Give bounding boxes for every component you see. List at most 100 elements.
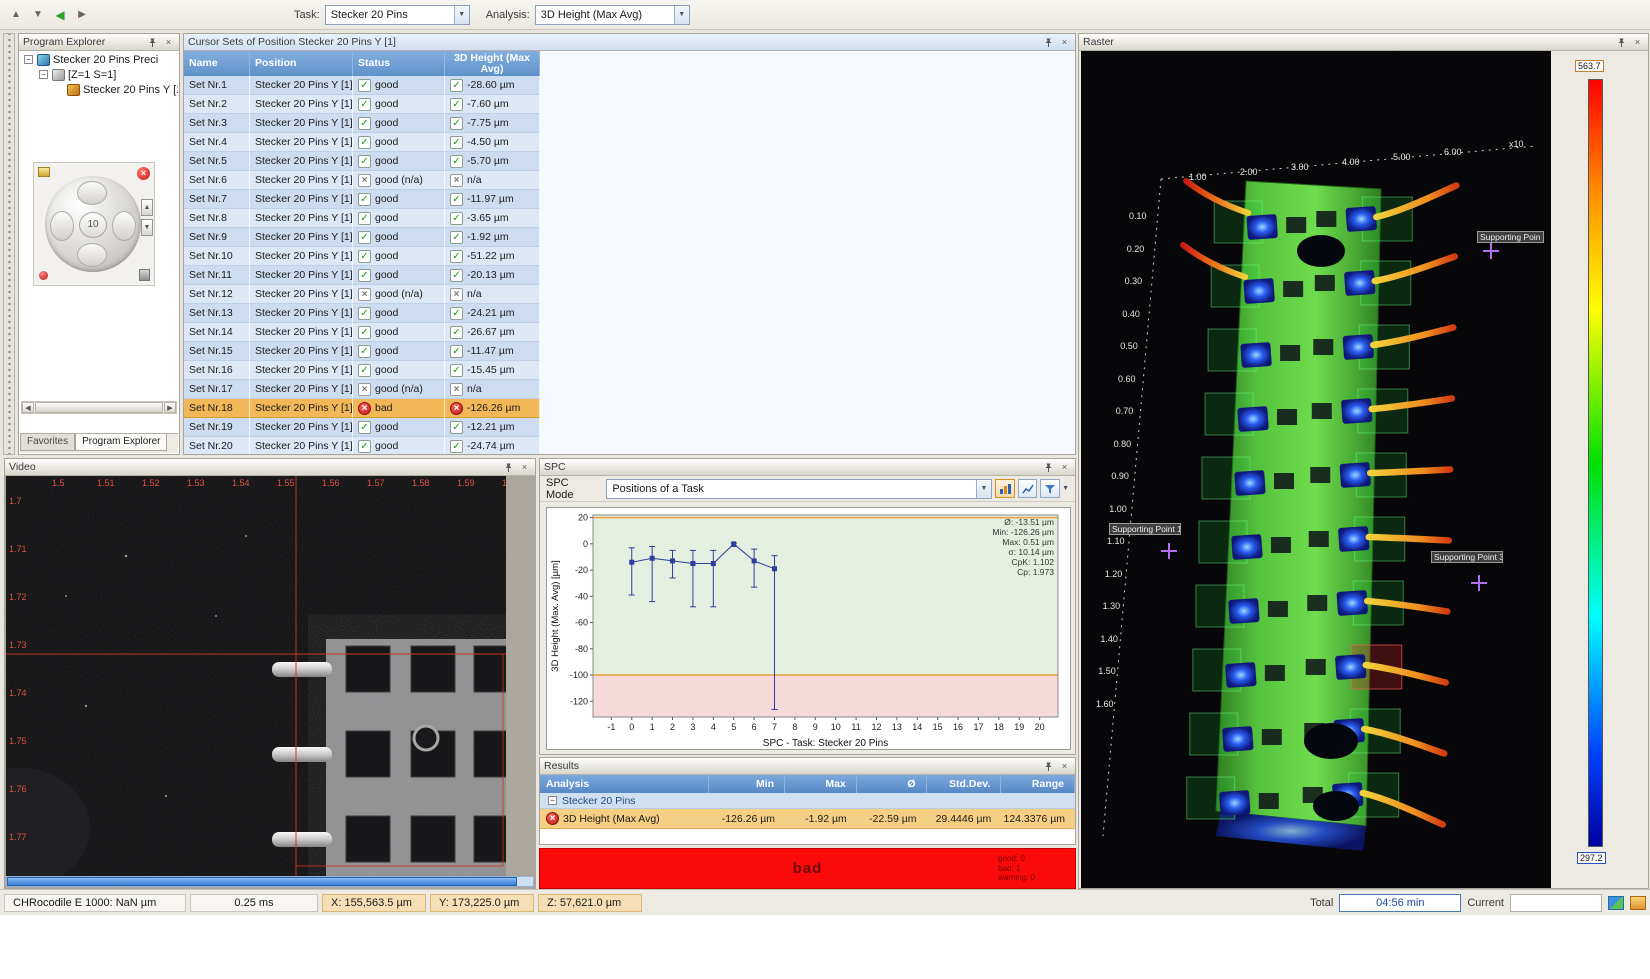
pin-icon[interactable] <box>146 36 159 49</box>
table-row[interactable]: Set Nr.5Stecker 20 Pins Y [1]✓good✓-5.70… <box>184 152 540 171</box>
close-icon[interactable]: × <box>137 167 150 180</box>
jog-control[interactable]: × 10 ▲ ▼ <box>33 162 155 286</box>
table-row[interactable]: Set Nr.14Stecker 20 Pins Y [1]✓good✓-26.… <box>184 323 540 342</box>
chevron-down-icon[interactable]: ▼ <box>1062 485 1069 492</box>
video-scrollbar[interactable] <box>6 876 534 887</box>
value-status-icon: ✓ <box>450 345 463 358</box>
svg-text:6: 6 <box>752 722 757 732</box>
jog-left-button[interactable] <box>50 211 74 241</box>
results-row[interactable]: ×3D Height (Max Avg)-126.26 µm-1.92 µm-2… <box>540 809 1075 829</box>
table-row[interactable]: Set Nr.2Stecker 20 Pins Y [1]✓good✓-7.60… <box>184 95 540 114</box>
close-icon[interactable]: × <box>1058 461 1071 474</box>
task-select[interactable]: Stecker 20 Pins ▼ <box>325 5 470 25</box>
jog-pad[interactable]: 10 <box>45 176 141 272</box>
spc-mode-select[interactable]: Positions of a Task ▼ <box>606 479 992 499</box>
tree-item[interactable]: Stecker 20 Pins Y [1] <box>20 82 178 97</box>
row-status: ×good (n/a) <box>353 171 445 190</box>
close-icon[interactable]: × <box>1058 760 1071 773</box>
layers-icon[interactable] <box>1608 896 1624 910</box>
table-row[interactable]: Set Nr.8Stecker 20 Pins Y [1]✓good✓-3.65… <box>184 209 540 228</box>
pin-icon[interactable] <box>1042 461 1055 474</box>
table-row[interactable]: Set Nr.1Stecker 20 Pins Y [1]✓good✓-28.6… <box>184 76 540 95</box>
row-position: Stecker 20 Pins Y [1] <box>250 304 353 323</box>
jog-decrease-button[interactable]: ▼ <box>141 219 153 236</box>
table-row[interactable]: Set Nr.11Stecker 20 Pins Y [1]✓good✓-20.… <box>184 266 540 285</box>
jog-increase-button[interactable]: ▲ <box>141 199 153 216</box>
column-header[interactable]: Analysis <box>540 775 709 793</box>
close-icon[interactable]: × <box>162 36 175 49</box>
filter-icon[interactable] <box>1040 479 1060 498</box>
column-header[interactable]: Max <box>785 775 857 793</box>
scroll-left-icon[interactable]: ◀ <box>22 402 34 413</box>
status-icon: ✓ <box>358 345 371 358</box>
expander-icon[interactable]: − <box>39 70 48 79</box>
spc-chart[interactable]: 200-20-40-60-80-100-120-1012345678910111… <box>546 507 1071 750</box>
probe-icon[interactable] <box>139 269 150 281</box>
table-row[interactable]: Set Nr.7Stecker 20 Pins Y [1]✓good✓-11.9… <box>184 190 540 209</box>
table-row[interactable]: Set Nr.18Stecker 20 Pins Y [1]×bad×-126.… <box>184 399 540 418</box>
move-down-icon[interactable]: ▼ <box>28 5 48 25</box>
table-row[interactable]: Set Nr.9Stecker 20 Pins Y [1]✓good✓-1.92… <box>184 228 540 247</box>
jog-right-button[interactable] <box>112 211 136 241</box>
scroll-thumb[interactable] <box>35 402 163 413</box>
column-header[interactable]: Range <box>1001 775 1075 793</box>
tree-item[interactable]: −[Z=1 S=1] <box>20 67 178 82</box>
jog-up-button[interactable] <box>77 181 107 205</box>
table-row[interactable]: Set Nr.15Stecker 20 Pins Y [1]✓good✓-11.… <box>184 342 540 361</box>
chart-type-icon[interactable] <box>995 479 1015 498</box>
row-name: Set Nr.5 <box>184 152 250 171</box>
column-header[interactable]: Min <box>709 775 785 793</box>
y-position: Y: 173,225.0 µm <box>430 894 534 912</box>
expander-icon[interactable]: − <box>548 796 557 805</box>
table-row[interactable]: Set Nr.10Stecker 20 Pins Y [1]✓good✓-51.… <box>184 247 540 266</box>
svg-text:-80: -80 <box>575 644 588 654</box>
table-row[interactable]: Set Nr.4Stecker 20 Pins Y [1]✓good✓-4.50… <box>184 133 540 152</box>
analysis-select[interactable]: 3D Height (Max Avg) ▼ <box>535 5 690 25</box>
table-row[interactable]: Set Nr.6Stecker 20 Pins Y [1]×good (n/a)… <box>184 171 540 190</box>
close-icon[interactable]: × <box>1631 36 1644 49</box>
pin-icon[interactable] <box>502 461 515 474</box>
table-row[interactable]: Set Nr.13Stecker 20 Pins Y [1]✓good✓-24.… <box>184 304 540 323</box>
x-position: X: 155,563.5 µm <box>322 894 426 912</box>
pin-icon[interactable] <box>1042 760 1055 773</box>
forward-icon[interactable]: ▶ <box>72 5 92 25</box>
scroll-right-icon[interactable]: ▶ <box>164 402 176 413</box>
table-row[interactable]: Set Nr.19Stecker 20 Pins Y [1]✓good✓-12.… <box>184 418 540 437</box>
column-header[interactable]: Ø <box>857 775 927 793</box>
task-select-value: Stecker 20 Pins <box>331 9 408 21</box>
table-row[interactable]: Set Nr.12Stecker 20 Pins Y [1]×good (n/a… <box>184 285 540 304</box>
table-row[interactable]: Set Nr.16Stecker 20 Pins Y [1]✓good✓-15.… <box>184 361 540 380</box>
back-icon[interactable]: ◀ <box>50 5 70 25</box>
expander-icon[interactable]: − <box>24 55 33 64</box>
pin-icon[interactable] <box>1615 36 1628 49</box>
column-header[interactable]: Name <box>184 51 250 76</box>
close-icon[interactable]: × <box>1058 36 1071 49</box>
jog-down-button[interactable] <box>77 243 107 267</box>
column-header[interactable]: Position <box>250 51 353 76</box>
column-header[interactable]: 3D Height (Max Avg) <box>445 51 540 76</box>
notes-icon[interactable] <box>1630 896 1646 910</box>
table-row[interactable]: Set Nr.3Stecker 20 Pins Y [1]✓good✓-7.75… <box>184 114 540 133</box>
application-window: ▲ ▼ ◀ ▶ Task: Stecker 20 Pins ▼ Analysis… <box>0 0 1650 915</box>
table-row[interactable]: Set Nr.17Stecker 20 Pins Y [1]×good (n/a… <box>184 380 540 399</box>
explorer-scrollbar[interactable]: ◀ ▶ <box>21 401 177 414</box>
jog-step-value[interactable]: 10 <box>79 212 107 238</box>
tab-favorites[interactable]: Favorites <box>20 434 75 451</box>
move-up-icon[interactable]: ▲ <box>6 5 26 25</box>
pin-icon[interactable] <box>1042 36 1055 49</box>
table-row[interactable]: Set Nr.20Stecker 20 Pins Y [1]✓good✓-24.… <box>184 437 540 455</box>
tree-item[interactable]: −Stecker 20 Pins Preci <box>20 52 178 67</box>
left-splitter[interactable] <box>3 33 15 455</box>
column-header[interactable]: Std.Dev. <box>927 775 1002 793</box>
results-group-row[interactable]: − Stecker 20 Pins <box>540 793 1075 809</box>
raster-3d-view[interactable]: 1.002.003.004.005.006.00x100.100.200.300… <box>1081 51 1551 888</box>
verdict-count: bad: 1 <box>998 864 1035 874</box>
row-position: Stecker 20 Pins Y [1] <box>250 361 353 380</box>
camera-image[interactable]: 1.51.511.521.531.541.551.561.571.581.591… <box>6 476 506 880</box>
column-header[interactable]: Status <box>353 51 445 76</box>
scroll-thumb[interactable] <box>7 877 517 886</box>
histogram-icon[interactable] <box>1018 479 1038 498</box>
tab-program-explorer[interactable]: Program Explorer <box>75 434 167 451</box>
row-name: Set Nr.13 <box>184 304 250 323</box>
close-icon[interactable]: × <box>518 461 531 474</box>
